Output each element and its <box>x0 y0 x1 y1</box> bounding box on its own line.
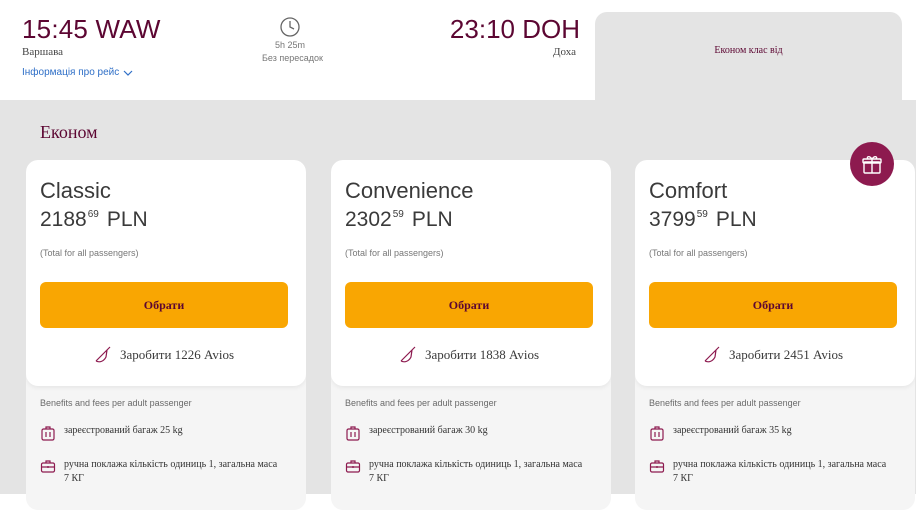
flight-info-label: Інформація про рейс <box>22 67 120 78</box>
economy-fares-panel: Економ Classic 2188 69 PLN (Total for all … <box>0 100 916 510</box>
fare-card-header: Comfort 3799 59 PLN (Total for all passeng… <box>635 160 915 386</box>
flight-summary: 15:45 WAW Варшава Інформація про рейс 5h… <box>0 0 916 102</box>
tab-economy-class[interactable]: Економ клас від <box>595 12 902 102</box>
select-fare-button[interactable]: Обрати <box>40 282 288 328</box>
carry-on-label: ручна поклажа кількість одиниць 1, загал… <box>64 459 278 484</box>
benefit-checked-bag: зареєстрований багаж 30 kg <box>345 425 488 441</box>
select-fare-button[interactable]: Обрати <box>345 282 593 328</box>
price-currency: PLN <box>411 208 453 231</box>
gift-icon <box>862 156 882 174</box>
checked-bag-icon <box>650 426 664 441</box>
tab-economy-class-label: Економ клас від <box>714 44 783 56</box>
fare-price: 2188 69 PLN <box>40 208 148 232</box>
arrival-time: 23:10 DOH <box>449 14 580 44</box>
avios-tag-icon <box>704 346 720 363</box>
benefit-carry-on: ручна поклажа кількість одиниць 1, загал… <box>345 458 585 486</box>
fare-card-header: Classic 2188 69 PLN (Total for all passeng… <box>26 160 306 386</box>
avios-label: Заробити 1838 Avios <box>424 347 540 362</box>
carry-on-label: ручна поклажа кількість одиниць 1, загал… <box>369 459 583 484</box>
fare-card-classic: Classic 2188 69 PLN (Total for all passeng… <box>26 160 306 510</box>
checked-bag-label: зареєстрований багаж 25 kg <box>64 425 183 436</box>
flight-duration-block: 5h 25m Без пересадок <box>262 16 323 63</box>
clock-icon <box>280 17 300 37</box>
benefits-heading: Benefits and fees per adult passenger <box>40 398 192 408</box>
checked-bag-label: зареєстрований багаж 30 kg <box>369 425 488 436</box>
price-currency: PLN <box>715 208 757 231</box>
avios-tag-icon <box>400 346 416 363</box>
flight-duration: 5h 25m <box>274 40 306 50</box>
benefit-checked-bag: зареєстрований багаж 25 kg <box>40 425 183 441</box>
benefit-carry-on: ручна поклажа кількість одиниць 1, загал… <box>649 458 889 486</box>
fare-price: 2302 59 PLN <box>345 208 453 232</box>
price-cents: 59 <box>696 209 708 220</box>
checked-bag-label: зареєстрований багаж 35 kg <box>673 425 792 436</box>
avios-earn: Заробити 1226 Avios <box>26 346 302 364</box>
avios-tag-icon <box>95 346 111 363</box>
departure-time: 15:45 WAW <box>22 14 161 44</box>
flight-stops: Без пересадок <box>262 53 323 63</box>
departure-city: Варшава <box>22 46 64 58</box>
price-main: 2302 <box>345 208 392 231</box>
benefits-heading: Benefits and fees per adult passenger <box>649 398 801 408</box>
benefit-carry-on: ручна поклажа кількість одиниць 1, загал… <box>40 458 280 486</box>
carry-on-bag-icon <box>345 460 361 473</box>
fare-card-convenience: Convenience 2302 59 PLN (Total for all pas… <box>331 160 611 510</box>
total-note: (Total for all passengers) <box>40 248 139 258</box>
price-cents: 69 <box>87 209 99 220</box>
carry-on-label: ручна поклажа кількість одиниць 1, загал… <box>673 459 887 484</box>
avios-earn: Заробити 1838 Avios <box>331 346 607 364</box>
fare-name: Convenience <box>345 178 474 203</box>
price-cents: 59 <box>392 209 404 220</box>
benefits-heading: Benefits and fees per adult passenger <box>345 398 497 408</box>
price-main: 3799 <box>649 208 696 231</box>
avios-label: Заробити 1226 Avios <box>119 347 235 362</box>
fare-card-header: Convenience 2302 59 PLN (Total for all pas… <box>331 160 611 386</box>
carry-on-bag-icon <box>40 460 56 473</box>
price-main: 2188 <box>40 208 87 231</box>
gift-badge[interactable] <box>850 142 894 186</box>
fare-name: Comfort <box>649 178 728 203</box>
fare-card-comfort: Comfort 3799 59 PLN (Total for all passeng… <box>635 160 915 510</box>
flight-info-link[interactable]: Інформація про рейс <box>22 67 133 78</box>
fare-name: Classic <box>40 178 111 203</box>
checked-bag-icon <box>41 426 55 441</box>
arrival-city: Доха <box>553 46 576 58</box>
avios-label: Заробити 2451 Avios <box>728 347 844 362</box>
benefit-checked-bag: зареєстрований багаж 35 kg <box>649 425 792 441</box>
total-note: (Total for all passengers) <box>345 248 444 258</box>
select-fare-button[interactable]: Обрати <box>649 282 897 328</box>
total-note: (Total for all passengers) <box>649 248 748 258</box>
carry-on-bag-icon <box>649 460 665 473</box>
checked-bag-icon <box>346 426 360 441</box>
price-currency: PLN <box>106 208 148 231</box>
avios-earn: Заробити 2451 Avios <box>635 346 911 364</box>
panel-title: Економ <box>40 122 98 142</box>
fare-price: 3799 59 PLN <box>649 208 757 232</box>
chevron-down-icon <box>123 70 133 76</box>
